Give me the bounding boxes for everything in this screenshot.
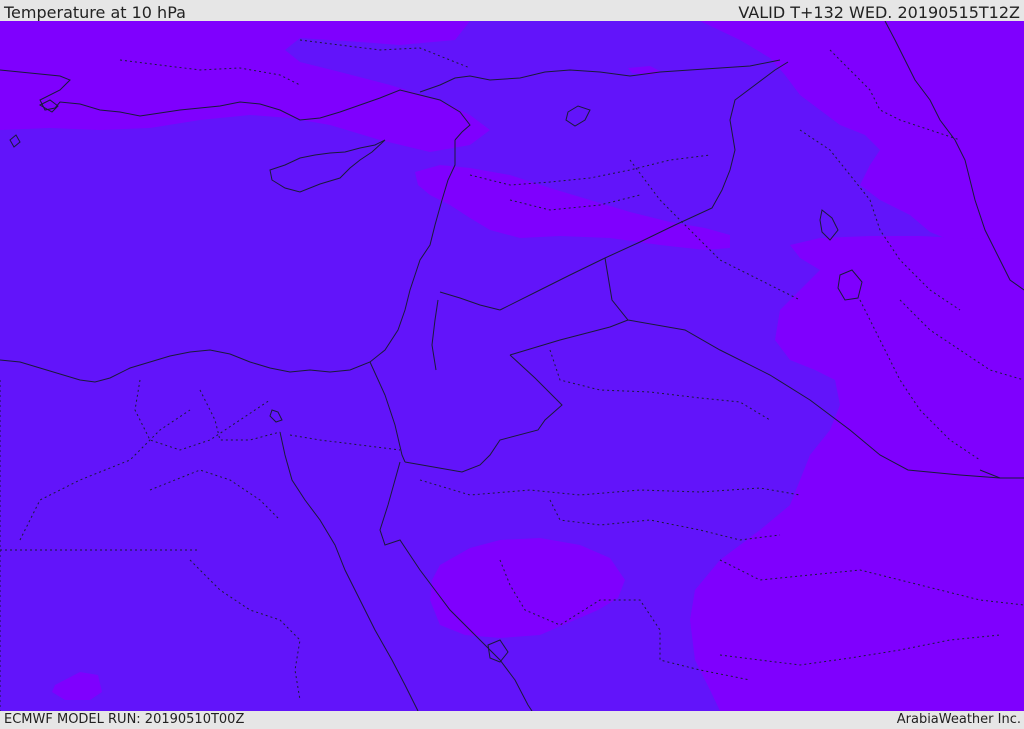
map-title: Temperature at 10 hPa xyxy=(4,3,186,22)
credit-label: ArabiaWeather Inc. xyxy=(896,712,1021,727)
footer-bar: ECMWF MODEL RUN: 20190510T00Z ArabiaWeat… xyxy=(0,711,1024,729)
valid-time-label: VALID T+132 WED. 20190515T12Z xyxy=(738,3,1020,22)
header-bar: Temperature at 10 hPa VALID T+132 WED. 2… xyxy=(0,0,1024,22)
temperature-map[interactable] xyxy=(0,21,1024,711)
model-run-label: ECMWF MODEL RUN: 20190510T00Z xyxy=(4,712,245,727)
